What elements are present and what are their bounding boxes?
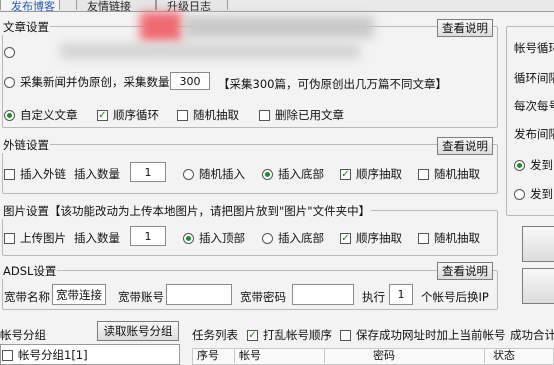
collect-news-radio[interactable]: 采集新闻并伪原创，采集数量: [4, 74, 170, 90]
adsl-exec-suffix: 个帐号后换IP: [421, 290, 489, 304]
image-settings-title: 图片设置【该功能改动为上传本地图片，请把图片放到"图片"文件夹中】: [2, 203, 372, 219]
checkbox-box: [418, 168, 429, 180]
save-with-account-checkbox[interactable]: 保存成功网址时加上当前帐号: [340, 327, 506, 343]
right-action-button-1[interactable]: [522, 226, 554, 262]
image-insert-bottom-radio[interactable]: 插入底部: [262, 230, 324, 246]
adsl-name-label: 宽带名称: [4, 290, 50, 304]
adsl-exec-label: 执行: [362, 290, 385, 304]
tab-publish-blog[interactable]: 发布博客: [0, 0, 60, 13]
random-pick-checkbox[interactable]: 随机抽取: [177, 107, 239, 123]
collect-note: 【采集300篇，可伪原创出几万篇不同文章】: [218, 77, 447, 91]
sequential-loop-checkbox[interactable]: ✓ 顺序循环: [97, 107, 159, 123]
radio-indicator: [262, 168, 273, 180]
check-icon: ✓: [97, 109, 108, 121]
task-list-label: 任务列表: [192, 328, 238, 342]
checkbox-box: [4, 232, 15, 244]
link-order-checkbox[interactable]: ✓ 顺序抽取: [340, 166, 402, 182]
delete-used-checkbox[interactable]: 删除已用文章: [259, 107, 344, 123]
radio-indicator: [183, 232, 194, 244]
adsl-password-label: 宽带密码: [240, 290, 286, 304]
publish-to-radio-1[interactable]: 发到: [514, 157, 553, 173]
link-count-field[interactable]: 1: [130, 162, 166, 182]
success-total-label: 成功合计: [510, 328, 554, 342]
image-random-checkbox[interactable]: 随机抽取: [418, 230, 480, 246]
account-loop-label: 帐号循环: [514, 41, 554, 55]
radio-indicator: [514, 188, 525, 200]
checkbox-box: [4, 168, 15, 180]
adsl-account-label: 宽带账号: [118, 290, 164, 304]
check-icon: ✓: [340, 232, 351, 244]
link-random-checkbox[interactable]: 随机抽取: [418, 166, 480, 182]
link-count-label: 插入数量: [74, 167, 120, 181]
adsl-help-button[interactable]: 查看说明: [437, 262, 493, 280]
article-first-option-radio[interactable]: [4, 47, 15, 58]
checkbox-box: [2, 349, 13, 361]
read-account-group-button[interactable]: 读取账号分组: [97, 321, 179, 341]
custom-article-radio[interactable]: 自定义文章: [4, 107, 78, 123]
image-count-field[interactable]: 1: [130, 226, 166, 246]
task-table-header: 序号 帐号 密码 状态: [192, 348, 554, 365]
adsl-account-field[interactable]: [166, 284, 232, 305]
column-header-password: 密码: [325, 349, 485, 363]
redacted-block: [140, 12, 182, 42]
redacted-block: [60, 43, 360, 59]
loop-interval-label: 循环间隔: [514, 71, 554, 85]
tab-update-log[interactable]: 升级日志: [156, 0, 228, 13]
adsl-settings-title: ADSL设置: [2, 263, 58, 279]
random-insert-radio[interactable]: 随机插入: [183, 166, 245, 182]
tab-friend-links[interactable]: 友情链接: [76, 0, 156, 13]
radio-indicator: [4, 109, 15, 121]
account-group-item[interactable]: 帐号分组1[1]: [2, 347, 88, 363]
account-group-label: 帐号分组: [0, 328, 46, 342]
column-header-status: 状态: [493, 349, 515, 362]
checkbox-box: [340, 329, 351, 341]
insert-bottom-radio[interactable]: 插入底部: [262, 166, 324, 182]
checkbox-box: [177, 109, 188, 121]
adsl-password-field[interactable]: [292, 284, 354, 305]
adsl-name-field[interactable]: 宽带连接: [52, 284, 106, 305]
radio-indicator: [262, 232, 273, 244]
radio-indicator: [183, 168, 194, 180]
adsl-exec-field[interactable]: 1: [389, 284, 413, 305]
publish-to-radio-2[interactable]: 发到: [514, 186, 553, 202]
upload-image-checkbox[interactable]: 上传图片: [4, 230, 66, 246]
collect-count-field[interactable]: 300: [170, 72, 210, 90]
right-action-button-2[interactable]: [522, 268, 554, 304]
link-help-button[interactable]: 查看说明: [437, 137, 493, 155]
column-header-account: 帐号: [235, 349, 325, 363]
link-settings-title: 外链设置: [2, 137, 50, 153]
insert-top-radio[interactable]: 插入顶部: [183, 230, 245, 246]
column-header-index: 序号: [193, 349, 235, 363]
checkbox-box: [418, 232, 429, 244]
check-icon: ✓: [340, 168, 351, 180]
radio-indicator: [4, 76, 15, 88]
image-order-checkbox[interactable]: ✓ 顺序抽取: [340, 230, 402, 246]
insert-link-checkbox[interactable]: 插入外链: [4, 166, 66, 182]
article-settings-title: 文章设置: [2, 19, 50, 35]
redacted-block: [184, 16, 374, 38]
per-account-label: 每次每号: [514, 99, 554, 113]
check-icon: ✓: [247, 329, 258, 341]
article-help-button[interactable]: 查看说明: [437, 19, 493, 37]
image-count-label: 插入数量: [74, 231, 120, 245]
radio-indicator: [514, 159, 525, 171]
shuffle-accounts-checkbox[interactable]: ✓ 打乱帐号顺序: [247, 327, 332, 343]
publish-interval-label: 发布间隔: [514, 127, 554, 141]
checkbox-box: [259, 109, 270, 121]
